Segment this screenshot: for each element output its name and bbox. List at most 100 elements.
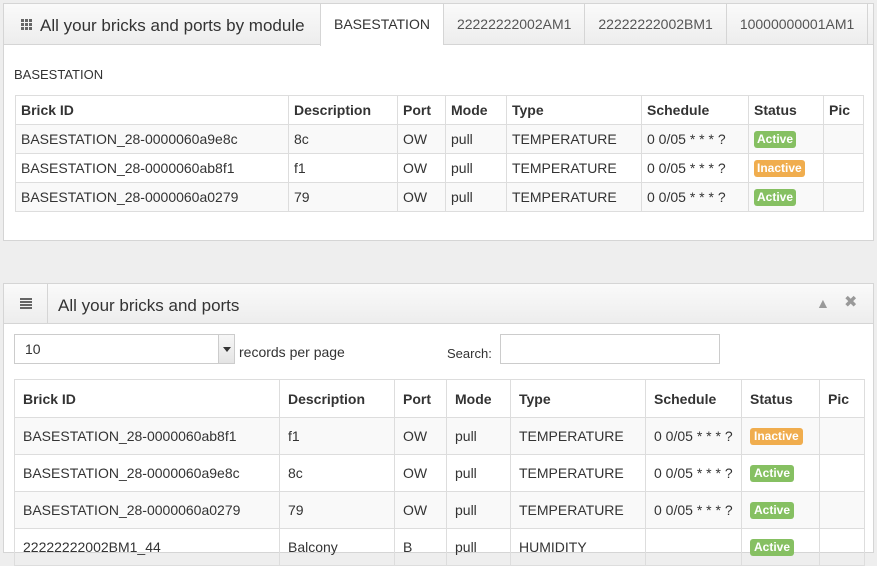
port-cell: OW: [397, 153, 446, 183]
column-header[interactable]: Type: [510, 379, 646, 418]
status-badge: Active: [750, 539, 795, 556]
column-header[interactable]: Port: [397, 95, 446, 125]
chevron-down-icon[interactable]: [218, 335, 234, 363]
description-cell: 8c: [288, 124, 398, 154]
modules-widget-title: All your bricks and ports by module: [40, 16, 305, 35]
port-cell: OW: [394, 417, 447, 455]
schedule-cell: 0 0/05 * * * ?: [641, 124, 749, 154]
pic-cell: [819, 417, 865, 455]
port-cell: OW: [397, 124, 446, 154]
table-row[interactable]: BASESTATION_28-0000060a0279 79 OW pull T…: [14, 491, 865, 529]
all-bricks-widget-title: All your bricks and ports: [58, 296, 240, 315]
column-header[interactable]: Mode: [446, 379, 511, 418]
description-cell: Balcony: [279, 528, 395, 566]
list-icon: [20, 298, 32, 309]
column-header[interactable]: Description: [288, 95, 398, 125]
schedule-cell: 0 0/05 * * * ?: [645, 491, 742, 529]
brick-id-cell: BASESTATION_28-0000060a9e8c: [15, 124, 289, 154]
column-header[interactable]: Schedule: [641, 95, 749, 125]
port-cell: OW: [397, 182, 446, 212]
brick-id-cell: BASESTATION_28-0000060ab8f1: [15, 153, 289, 183]
type-cell: TEMPERATURE: [510, 491, 646, 529]
type-cell: TEMPERATURE: [510, 417, 646, 455]
column-header[interactable]: Status: [741, 379, 820, 418]
mode-cell: pull: [445, 182, 507, 212]
port-cell: OW: [394, 491, 447, 529]
port-cell: OW: [394, 454, 447, 492]
tab-basestation[interactable]: BASESTATION: [320, 4, 443, 46]
tab-22222222002bm1[interactable]: 22222222002BM1: [584, 4, 725, 45]
status-badge: Active: [750, 502, 795, 519]
module-bricks-table: Brick ID Description Port Mode Type Sche…: [15, 95, 864, 212]
table-row[interactable]: 22222222002BM1_44 Balcony B pull HUMIDIT…: [14, 528, 865, 566]
search-input[interactable]: [500, 334, 720, 364]
mode-cell: pull: [446, 454, 511, 492]
pic-cell: [823, 153, 864, 183]
table-row[interactable]: BASESTATION_28-0000060a9e8c 8c OW pull T…: [14, 454, 865, 492]
close-icon[interactable]: ✖: [844, 295, 857, 311]
mode-cell: pull: [446, 491, 511, 529]
description-cell: 79: [279, 491, 395, 529]
mode-cell: pull: [445, 153, 507, 183]
column-header[interactable]: Port: [394, 379, 447, 418]
pic-cell: [823, 124, 864, 154]
tab-10000000001am1[interactable]: 10000000001AM1: [725, 4, 869, 45]
type-cell: HUMIDITY: [510, 528, 646, 566]
column-header[interactable]: Description: [279, 379, 395, 418]
description-cell: f1: [288, 153, 398, 183]
table-row[interactable]: BASESTATION_28-0000060a9e8c 8c OW pull T…: [15, 124, 864, 154]
modules-widget-header: All your bricks and ports by module BASE…: [4, 4, 873, 46]
tab-22222222002am1[interactable]: 22222222002AM1: [442, 4, 584, 45]
column-header[interactable]: Pic: [819, 379, 865, 418]
status-badge: Inactive: [754, 160, 805, 177]
pic-cell: [819, 491, 865, 529]
chevron-up-icon[interactable]: ▲: [816, 295, 830, 311]
status-badge: Active: [754, 189, 797, 206]
status-cell: Active: [748, 124, 824, 154]
column-header[interactable]: Schedule: [645, 379, 742, 418]
description-cell: 79: [288, 182, 398, 212]
pic-cell: [819, 454, 865, 492]
table-row[interactable]: BASESTATION_28-0000060ab8f1 f1 OW pull T…: [14, 417, 865, 455]
mode-cell: pull: [446, 528, 511, 566]
records-per-page-label: records per page: [239, 344, 345, 360]
pic-cell: [823, 182, 864, 212]
type-cell: TEMPERATURE: [506, 182, 642, 212]
schedule-cell: 0 0/05 * * * ?: [645, 454, 742, 492]
type-cell: TEMPERATURE: [506, 124, 642, 154]
records-per-page-select[interactable]: 10: [14, 334, 235, 364]
column-header[interactable]: Mode: [445, 95, 507, 125]
column-header[interactable]: Brick ID: [15, 95, 289, 125]
column-header[interactable]: Brick ID: [14, 379, 280, 418]
all-bricks-widget: All your bricks and ports ▲ ✖ 10 records…: [3, 283, 874, 566]
module-tabs: BASESTATION 22222222002AM1 22222222002BM…: [320, 4, 869, 46]
schedule-cell: 0 0/05 * * * ?: [641, 153, 749, 183]
mode-cell: pull: [445, 124, 507, 154]
brick-id-cell: BASESTATION_28-0000060ab8f1: [14, 417, 280, 455]
status-badge: Active: [754, 131, 797, 148]
all-bricks-widget-header: All your bricks and ports ▲ ✖: [4, 284, 873, 324]
status-cell: Inactive: [741, 417, 820, 455]
table-header-row: Brick ID Description Port Mode Type Sche…: [14, 379, 865, 418]
status-cell: Inactive: [748, 153, 824, 183]
search-label: Search:: [447, 346, 492, 361]
brick-id-cell: 22222222002BM1_44: [14, 528, 280, 566]
schedule-cell: [645, 528, 742, 566]
schedule-cell: 0 0/05 * * * ?: [641, 182, 749, 212]
schedule-cell: 0 0/05 * * * ?: [645, 417, 742, 455]
brick-id-cell: BASESTATION_28-0000060a0279: [15, 182, 289, 212]
table-row[interactable]: BASESTATION_28-0000060ab8f1 f1 OW pull T…: [15, 153, 864, 183]
column-header[interactable]: Pic: [823, 95, 864, 125]
status-cell: Active: [748, 182, 824, 212]
records-per-page-value: 10: [25, 341, 41, 357]
grid-icon: [21, 19, 32, 30]
status-cell: Active: [741, 528, 820, 566]
table-row[interactable]: BASESTATION_28-0000060a0279 79 OW pull T…: [15, 182, 864, 212]
column-header[interactable]: Status: [748, 95, 824, 125]
status-badge: Active: [750, 465, 795, 482]
modules-widget: All your bricks and ports by module BASE…: [3, 3, 874, 241]
column-header[interactable]: Type: [506, 95, 642, 125]
pic-cell: [819, 528, 865, 566]
module-section-label: BASESTATION: [14, 67, 104, 82]
status-cell: Active: [741, 491, 820, 529]
